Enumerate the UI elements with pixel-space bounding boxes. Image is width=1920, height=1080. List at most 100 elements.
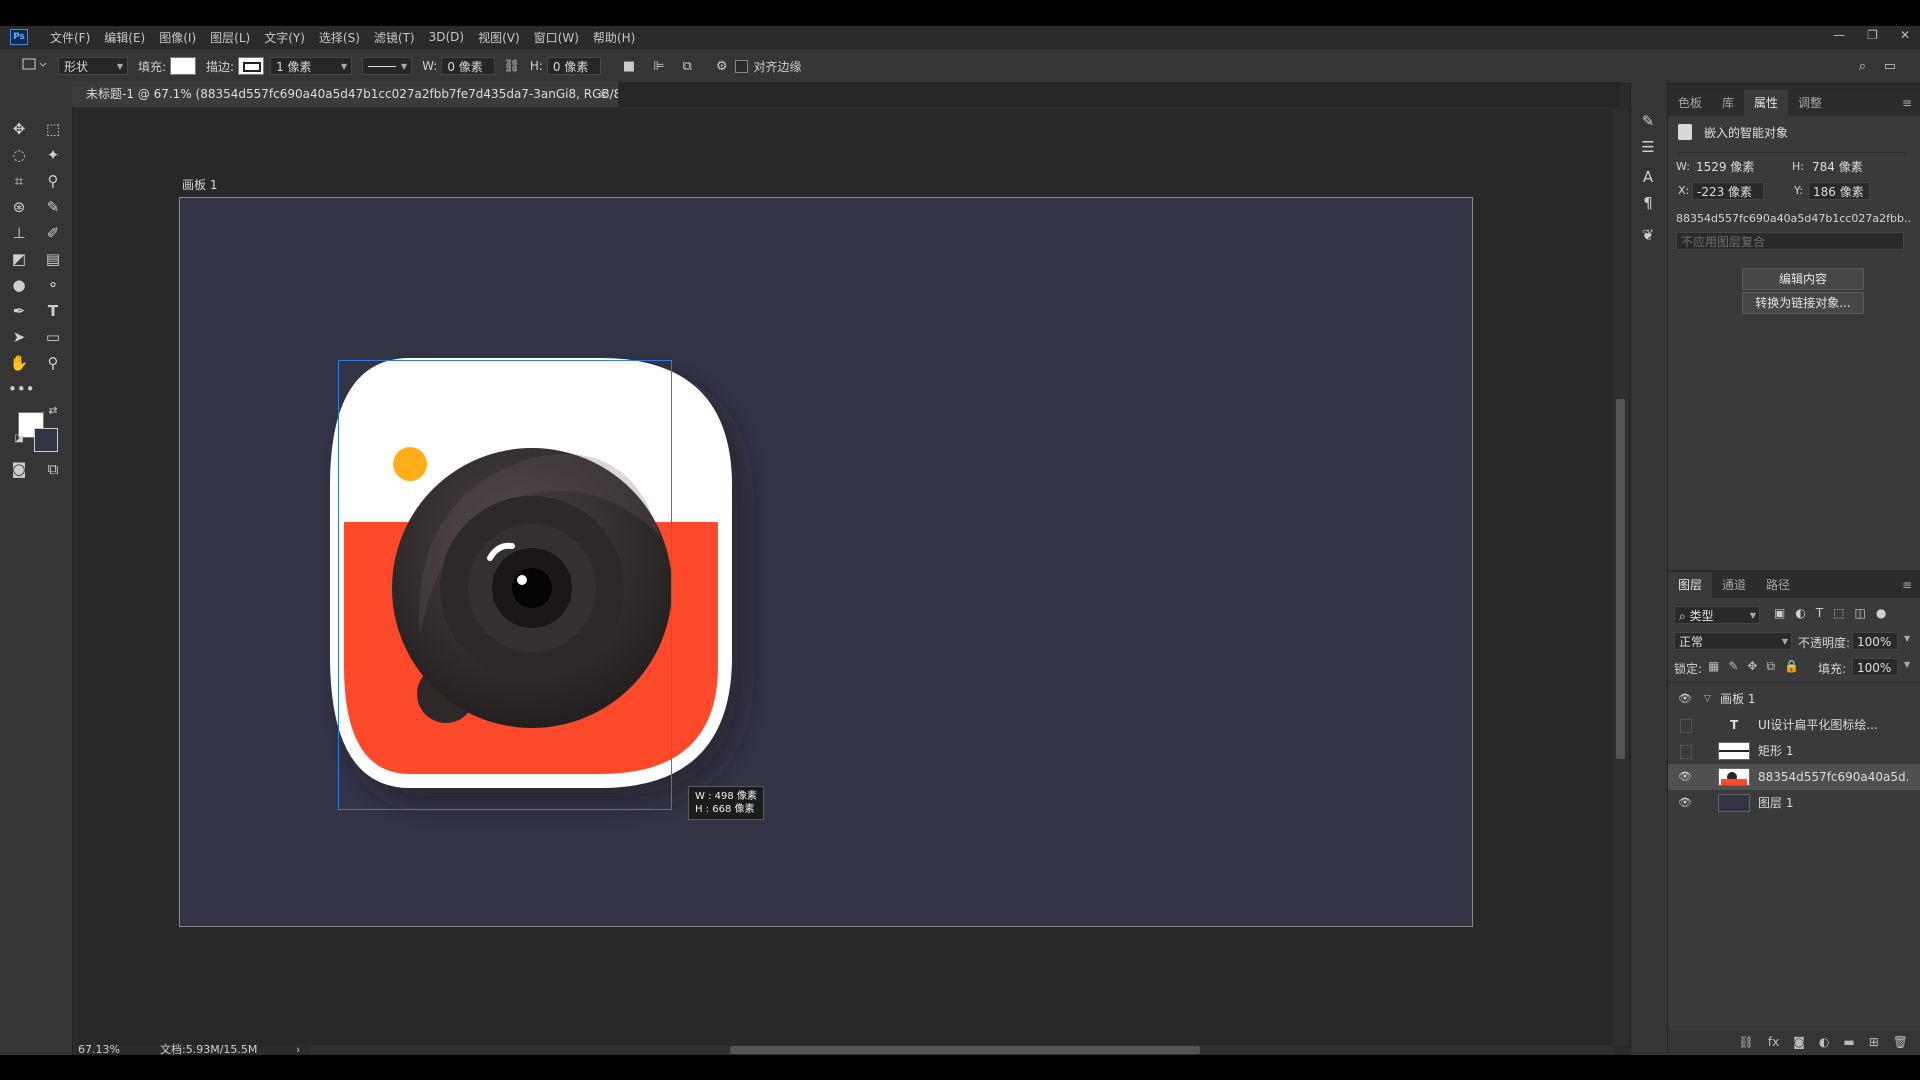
- tab-layers[interactable]: 图层: [1668, 572, 1713, 598]
- rectangle-tool-icon[interactable]: ▭: [42, 326, 64, 348]
- tab-swatches[interactable]: 色板: [1668, 90, 1712, 116]
- layer-row-artboard[interactable]: 👁 ▽ 画板 1: [1668, 686, 1920, 712]
- menu-select[interactable]: 选择(S): [319, 29, 360, 46]
- panel-menu-icon[interactable]: ≡: [1902, 578, 1912, 592]
- layer-row-background[interactable]: 👁 图层 1: [1668, 790, 1920, 816]
- restore-icon[interactable]: ❐: [1867, 28, 1878, 42]
- layer-row-text[interactable]: T UI设计扁平化图标绘...: [1668, 712, 1920, 738]
- visibility-eye-icon[interactable]: 👁: [1676, 790, 1694, 816]
- brush-presets-icon[interactable]: ❦: [1637, 224, 1659, 246]
- visibility-off-box[interactable]: [1680, 719, 1692, 733]
- height-input[interactable]: 0 像素: [546, 57, 601, 75]
- zoom-tool-icon[interactable]: ⚲: [42, 352, 64, 374]
- minimize-icon[interactable]: —: [1833, 28, 1845, 42]
- tool-preset-icon[interactable]: [22, 57, 48, 75]
- status-menu-arrow[interactable]: ›: [296, 1044, 300, 1055]
- adjustments-sliders-icon[interactable]: ☰: [1637, 136, 1659, 158]
- layer-filter-select[interactable]: ⌕ 类型 ▼: [1674, 606, 1760, 624]
- swap-colors-icon[interactable]: ⇄: [42, 400, 64, 422]
- selection-bounding-box[interactable]: [338, 360, 672, 810]
- shape-mode-select[interactable]: 形状 ▼: [58, 57, 128, 75]
- brush-tool-icon[interactable]: ✎: [42, 196, 64, 218]
- menu-image[interactable]: 图像(I): [159, 29, 196, 46]
- horizontal-scroll-thumb[interactable]: [730, 1046, 1200, 1054]
- height-value[interactable]: 784 像素: [1808, 158, 1880, 176]
- stroke-type-select[interactable]: ▼: [362, 57, 413, 75]
- document-tab[interactable]: 未标题-1 @ 67.1% (88354d557fc690a40a5d47b1c…: [72, 82, 618, 107]
- fill-input[interactable]: 100%: [1852, 658, 1898, 676]
- horizontal-scrollbar[interactable]: [310, 1045, 1613, 1055]
- close-window-icon[interactable]: ✕: [1900, 28, 1910, 42]
- layer-row-smart-object[interactable]: 👁 88354d557fc690a40a5d...: [1668, 764, 1920, 790]
- link-layers-icon[interactable]: ⛓: [1739, 1030, 1754, 1054]
- opacity-input[interactable]: 100%: [1852, 632, 1898, 650]
- lock-position-icon[interactable]: ✥: [1747, 659, 1757, 674]
- layer-comp-select[interactable]: 不应用图层复合: [1676, 232, 1904, 250]
- magic-wand-icon[interactable]: ✦: [42, 144, 64, 166]
- blur-tool-icon[interactable]: ●: [8, 274, 30, 296]
- healing-brush-icon[interactable]: ⊛: [8, 196, 30, 218]
- default-colors-icon[interactable]: ◪: [8, 428, 30, 450]
- vertical-scrollbar[interactable]: [1613, 109, 1628, 1045]
- tab-channels[interactable]: 通道: [1712, 572, 1756, 598]
- screen-mode-icon[interactable]: ⧉: [42, 458, 64, 480]
- align-edges-checkbox[interactable]: [735, 59, 749, 73]
- menu-3d[interactable]: 3D(D): [429, 30, 464, 44]
- marquee-tool-icon[interactable]: ⬚: [42, 118, 64, 140]
- path-selection-icon[interactable]: ➤: [8, 326, 30, 348]
- filter-pixel-icon[interactable]: ▣: [1774, 606, 1785, 620]
- lock-image-icon[interactable]: ✎: [1728, 659, 1738, 674]
- visibility-eye-icon[interactable]: 👁: [1676, 764, 1694, 790]
- path-operations-icon[interactable]: ■: [623, 59, 635, 74]
- edit-contents-button[interactable]: 编辑内容: [1742, 268, 1864, 290]
- filter-toggle-icon[interactable]: ●: [1876, 606, 1886, 620]
- menu-edit[interactable]: 编辑(E): [104, 29, 145, 46]
- width-value[interactable]: 1529 像素: [1692, 158, 1764, 176]
- path-arrangement-icon[interactable]: ⧉: [683, 59, 692, 74]
- path-alignment-icon[interactable]: ⊫: [653, 59, 664, 74]
- vertical-scroll-thumb[interactable]: [1616, 399, 1625, 759]
- add-mask-icon[interactable]: ◙: [1793, 1030, 1805, 1054]
- y-position-input[interactable]: 186 像素: [1808, 182, 1870, 200]
- menu-file[interactable]: 文件(F): [50, 29, 90, 46]
- zoom-level[interactable]: 67.13%: [78, 1044, 120, 1055]
- history-brush-icon[interactable]: ✐: [42, 222, 64, 244]
- trash-icon[interactable]: 🗑: [1893, 1030, 1908, 1054]
- layer-row-shape[interactable]: 矩形 1: [1668, 738, 1920, 764]
- character-panel-icon[interactable]: A: [1637, 166, 1659, 188]
- lock-artboard-icon[interactable]: ⧉: [1766, 659, 1775, 674]
- tab-adjustments[interactable]: 调整: [1788, 90, 1832, 116]
- filter-adjustment-icon[interactable]: ◐: [1795, 606, 1805, 620]
- eyedropper-icon[interactable]: ⚲: [42, 170, 64, 192]
- filter-shape-icon[interactable]: ⬚: [1833, 606, 1844, 620]
- stroke-swatch[interactable]: [238, 57, 265, 75]
- gear-icon[interactable]: ⚙: [716, 59, 728, 74]
- menu-layer[interactable]: 图层(L): [210, 29, 250, 46]
- hand-tool-icon[interactable]: ✋: [8, 352, 30, 374]
- width-input[interactable]: 0 像素: [441, 57, 496, 75]
- visibility-eye-icon[interactable]: 👁: [1676, 686, 1694, 712]
- stroke-width-input[interactable]: 1 像素 ▼: [270, 57, 353, 75]
- new-layer-icon[interactable]: ⊞: [1869, 1030, 1879, 1054]
- filter-smart-object-icon[interactable]: ◫: [1855, 606, 1866, 620]
- brush-settings-icon[interactable]: ✎: [1637, 110, 1659, 132]
- search-icon[interactable]: ⌕: [1859, 59, 1866, 74]
- more-tools-icon[interactable]: •••: [8, 378, 35, 400]
- close-icon[interactable]: ×: [598, 82, 608, 107]
- new-adjustment-layer-icon[interactable]: ◐: [1819, 1030, 1829, 1054]
- gradient-tool-icon[interactable]: ▤: [42, 248, 64, 270]
- expand-chevron-icon[interactable]: ▽: [1704, 686, 1711, 712]
- pen-tool-icon[interactable]: ✒: [8, 300, 30, 322]
- quick-mask-icon[interactable]: ◙: [8, 458, 30, 480]
- filter-type-icon[interactable]: T: [1816, 606, 1823, 620]
- menu-type[interactable]: 文字(Y): [264, 29, 305, 46]
- eraser-tool-icon[interactable]: ◩: [8, 248, 30, 270]
- tab-properties[interactable]: 属性: [1744, 90, 1789, 116]
- convert-to-linked-button[interactable]: 转换为链接对象...: [1742, 292, 1864, 314]
- panel-menu-icon[interactable]: ≡: [1902, 96, 1912, 110]
- chevron-down-icon[interactable]: ▼: [1904, 660, 1910, 669]
- lock-transparent-icon[interactable]: ▦: [1708, 659, 1719, 674]
- lock-all-icon[interactable]: 🔒: [1784, 659, 1799, 674]
- crop-tool-icon[interactable]: ⌗: [8, 170, 30, 192]
- lasso-tool-icon[interactable]: ◌: [8, 144, 30, 166]
